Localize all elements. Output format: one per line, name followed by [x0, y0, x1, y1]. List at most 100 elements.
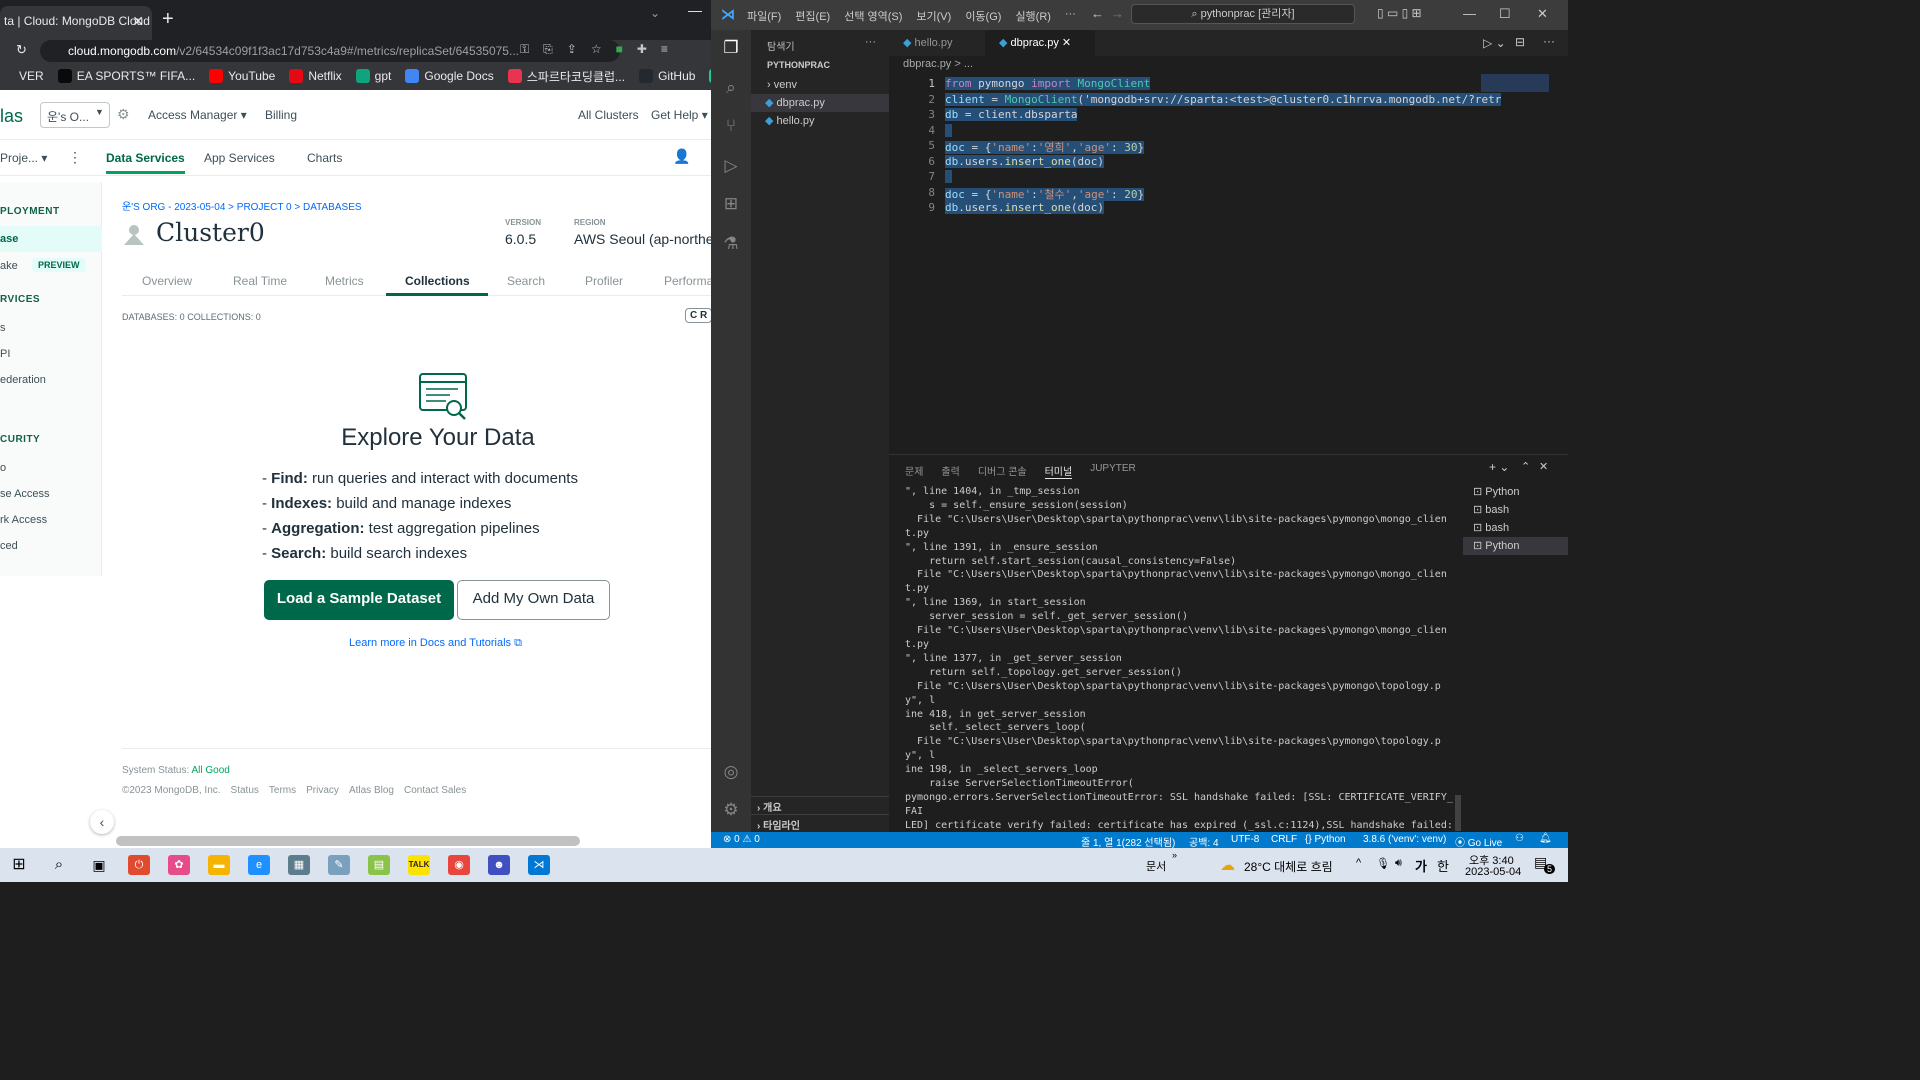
browser-tab[interactable]: ta | Cloud: MongoDB Cloud ✕: [0, 6, 152, 40]
tab-overview[interactable]: Overview: [142, 274, 192, 288]
run-file-icon[interactable]: ▷ ⌄: [1483, 36, 1506, 50]
discord-icon[interactable]: ☻: [488, 855, 510, 875]
access-manager-menu[interactable]: Access Manager ▾: [148, 108, 247, 122]
panel-tab[interactable]: 출력: [941, 463, 959, 479]
close-tab-icon[interactable]: ✕: [1062, 37, 1071, 49]
code-line[interactable]: [945, 123, 952, 137]
editor-tab-dbprac[interactable]: ◆ dbprac.py ✕: [985, 30, 1095, 56]
tab-search[interactable]: Search: [507, 274, 545, 288]
user-add-icon[interactable]: 👤: [673, 148, 690, 165]
kebab-menu-icon[interactable]: ⋮: [68, 149, 82, 166]
code-line[interactable]: doc = {'name':'철수','age': 20}: [945, 186, 1145, 202]
encoding[interactable]: UTF-8: [1231, 834, 1259, 845]
calculator-icon[interactable]: ▦: [288, 855, 310, 875]
menu-item[interactable]: 선택 영역(S): [844, 8, 902, 24]
office-app-icon[interactable]: ⏻: [128, 855, 150, 875]
extension-green-icon[interactable]: ■: [616, 42, 623, 57]
toolbar-expand-icon[interactable]: »: [1172, 850, 1177, 860]
problems-status[interactable]: ⊗ 0 ⚠ 0: [723, 834, 760, 845]
new-tab-icon[interactable]: +: [162, 8, 174, 31]
timeline-section[interactable]: › 타임라인: [751, 814, 889, 834]
sidebar-item-database[interactable]: ase: [0, 226, 102, 252]
menu-item[interactable]: 실행(R): [1015, 8, 1051, 24]
gear-icon[interactable]: ⚙: [721, 800, 741, 820]
search-icon[interactable]: ⌕: [48, 855, 70, 875]
bookmark-item[interactable]: 스파르타코딩클럽...: [507, 68, 625, 85]
tree-item-dbprac[interactable]: ◆ dbprac.py: [751, 94, 889, 112]
editor-tab-hello[interactable]: ◆ hello.py: [889, 30, 985, 56]
sidebar-item-advanced[interactable]: ced: [0, 540, 18, 552]
sidebar-item-database-access[interactable]: se Access: [0, 488, 50, 500]
sidebar-item-data-api[interactable]: PI: [0, 348, 10, 360]
code-line[interactable]: from pymongo import MongoClient: [945, 77, 1151, 90]
code-line[interactable]: client = MongoClient('mongodb+srv://spar…: [945, 92, 1502, 106]
tab-app-services[interactable]: App Services: [204, 151, 275, 165]
more-actions-icon[interactable]: ···: [1543, 34, 1555, 48]
sidebar-item-datalake[interactable]: ake: [0, 260, 18, 272]
code-line[interactable]: db.users.insert_one(doc): [945, 154, 1104, 168]
extensions-icon[interactable]: ⊞: [721, 194, 741, 214]
close-tab-icon[interactable]: ✕: [132, 6, 144, 36]
panel-tab[interactable]: 디버그 콘솔: [978, 463, 1027, 479]
sidebar-item-triggers[interactable]: s: [0, 322, 6, 334]
layout-icons[interactable]: ▯ ▭ ▯ ⊞: [1377, 6, 1422, 20]
account-status-icon[interactable]: ⚇: [1515, 833, 1524, 844]
panel-tab[interactable]: 터미널: [1044, 463, 1073, 479]
learn-more-link[interactable]: Learn more in Docs and Tutorials ⧉: [349, 637, 522, 650]
kakaotalk-icon[interactable]: TALK: [408, 855, 430, 875]
outline-section[interactable]: › 개요: [751, 796, 889, 816]
load-sample-dataset-button[interactable]: Load a Sample Dataset: [264, 580, 454, 620]
horizontal-scrollbar[interactable]: [116, 836, 580, 846]
command-center[interactable]: ⌕ pythonprac [관리자]: [1131, 4, 1355, 24]
tab-profiler[interactable]: Profiler: [585, 274, 623, 288]
go-live-button[interactable]: ⦿ Go Live: [1455, 834, 1502, 848]
close-panel-icon[interactable]: ✕: [1539, 460, 1548, 473]
reload-icon[interactable]: ↻: [16, 42, 27, 58]
minimap[interactable]: [1481, 74, 1549, 92]
terminal-output[interactable]: ", line 1404, in _tmp_session s = self._…: [905, 485, 1455, 848]
folder-name[interactable]: PYTHONPRAC: [767, 60, 830, 70]
tab-performance[interactable]: Performa: [664, 274, 711, 288]
weather-text[interactable]: 28°C 대체로 흐림: [1244, 858, 1333, 875]
windows-start-icon[interactable]: ⊞: [8, 855, 30, 875]
run-debug-icon[interactable]: ▷: [721, 156, 741, 176]
bookmark-item[interactable]: Netflix: [289, 69, 342, 83]
bookmark-item[interactable]: EA SPORTS™ FIFA...: [57, 69, 195, 83]
footer-link[interactable]: Terms: [269, 785, 296, 796]
bookmark-item[interactable]: gpt: [355, 69, 391, 83]
code-editor[interactable]: 1 from pymongo import MongoClient 2 client …: [889, 74, 1568, 452]
bookmark-item[interactable]: GitHub: [639, 69, 695, 83]
task-view-icon[interactable]: ▣: [88, 855, 110, 875]
code-line[interactable]: db = client.dbsparta: [945, 108, 1078, 121]
panel-tab[interactable]: JUPYTER: [1090, 463, 1136, 479]
docs-toolbar-label[interactable]: 문서: [1146, 858, 1166, 874]
paint-app-icon[interactable]: ✿: [168, 855, 190, 875]
split-editor-icon[interactable]: ⊟: [1515, 35, 1525, 49]
get-help-menu[interactable]: Get Help ▾: [651, 108, 708, 122]
ime-indicator[interactable]: 가: [1415, 856, 1427, 875]
minimize-icon[interactable]: —: [688, 2, 702, 18]
indentation[interactable]: 공백: 4: [1189, 834, 1219, 848]
tree-item-hello[interactable]: ◆ hello.py: [751, 112, 889, 130]
terminal-scrollbar[interactable]: [1455, 795, 1461, 831]
project-select[interactable]: Proje... ▾: [0, 151, 47, 165]
weather-icon[interactable]: ☁: [1220, 856, 1235, 874]
python-interpreter[interactable]: 3.8.6 ('venv': venv): [1363, 834, 1446, 845]
org-select[interactable]: 운's O... ▼: [40, 102, 110, 128]
maximize-icon[interactable]: ☐: [1499, 6, 1511, 22]
collapse-sidebar-icon[interactable]: ‹: [90, 810, 114, 834]
refresh-button[interactable]: C R: [685, 308, 711, 323]
account-icon[interactable]: ◎: [721, 762, 741, 782]
terminal-instance[interactable]: ⊡ bash: [1463, 501, 1568, 519]
breadcrumb[interactable]: 운'S ORG - 2023-05-04 > PROJECT 0 > DATAB…: [122, 198, 362, 213]
minimize-icon[interactable]: —: [1463, 6, 1476, 21]
tab-real-time[interactable]: Real Time: [233, 274, 287, 288]
footer-link[interactable]: Privacy: [306, 785, 339, 796]
reading-list-icon[interactable]: ≡: [661, 42, 668, 57]
language-mode[interactable]: {} Python: [1305, 834, 1346, 845]
menu-item[interactable]: 보기(V): [916, 8, 951, 24]
forward-arrow-icon[interactable]: →: [1111, 6, 1124, 21]
code-line[interactable]: [945, 170, 952, 183]
sidebar-item-quickstart[interactable]: o: [0, 462, 6, 474]
code-line[interactable]: db.users.insert_one(doc): [945, 201, 1104, 214]
